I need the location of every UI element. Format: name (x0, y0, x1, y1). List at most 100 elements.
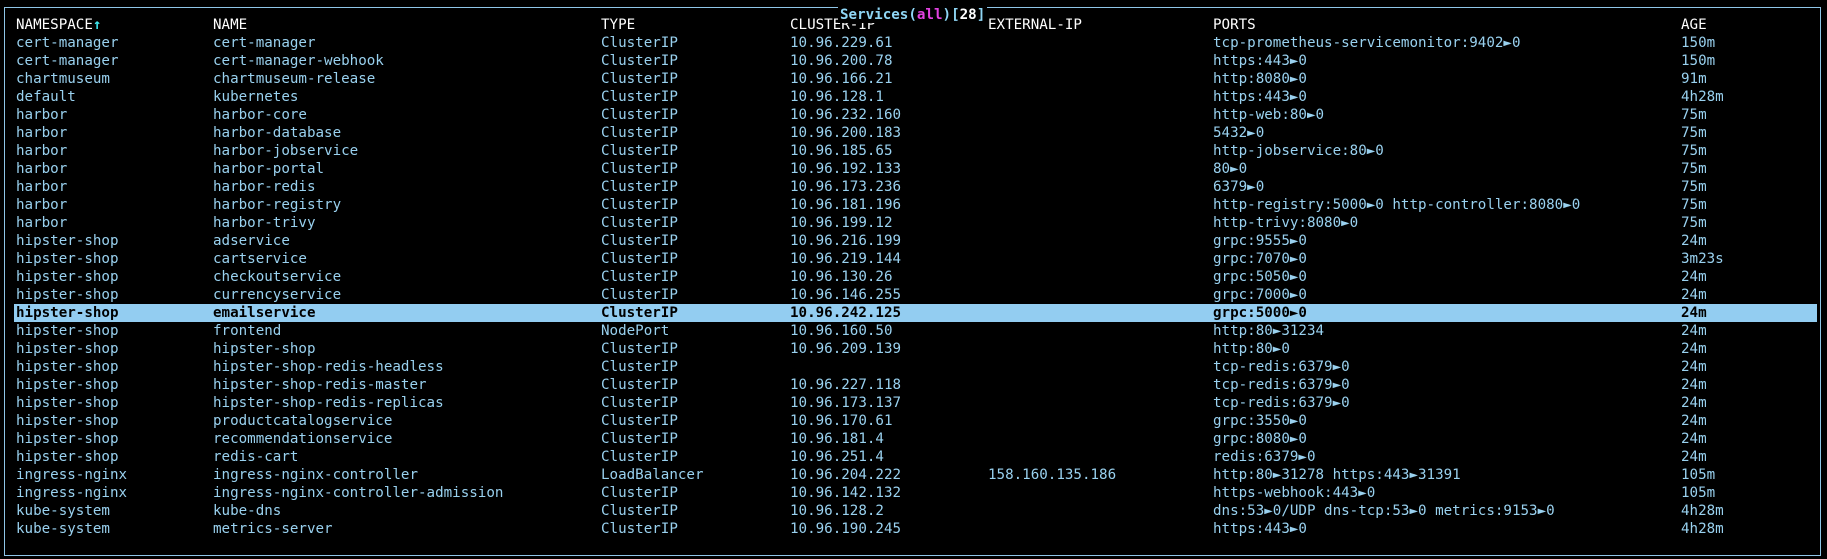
column-header-ports[interactable]: PORTS (1213, 16, 1680, 34)
cell-external-ip (988, 520, 1213, 538)
cell-cluster-ip: 10.96.216.199 (790, 233, 902, 249)
column-header-name[interactable]: NAME (213, 16, 599, 34)
table-row[interactable]: hipster-shop currencyservice ClusterIP 10.9… (0, 286, 1827, 304)
cell-type: ClusterIP (601, 413, 678, 429)
table-row[interactable]: default kubernetes ClusterIP 10.96.128.1 htt… (0, 88, 1827, 106)
cell-namespace: hipster-shop (16, 413, 119, 429)
cell-ports: http:80►0 (1213, 341, 1290, 357)
table-body: cert-manager cert-manager ClusterIP 10.96.2… (0, 34, 1827, 538)
cell-external-ip (988, 232, 1213, 250)
table-row[interactable]: cert-manager cert-manager ClusterIP 10.96.2… (0, 34, 1827, 52)
table-row[interactable]: harbor harbor-core ClusterIP 10.96.232.160 h… (0, 106, 1827, 124)
cell-age: 75m (1681, 125, 1707, 141)
cell-namespace: hipster-shop (16, 377, 119, 393)
column-header-external-ip[interactable]: EXTERNAL-IP (988, 16, 1213, 34)
cell-namespace: chartmuseum (16, 71, 110, 87)
cell-namespace: harbor (16, 161, 68, 177)
table-row[interactable]: hipster-shop hipster-shop ClusterIP 10.96.2… (0, 340, 1827, 358)
table-row[interactable]: hipster-shop hipster-shop-redis-replicas C… (0, 394, 1827, 412)
cell-cluster-ip: 10.96.160.50 (790, 323, 893, 339)
cell-age: 24m (1681, 431, 1707, 447)
cell-external-ip (988, 106, 1213, 124)
table-row[interactable]: harbor harbor-database ClusterIP 10.96.200.… (0, 124, 1827, 142)
cell-age: 24m (1681, 359, 1707, 375)
cell-name: redis-cart (213, 449, 299, 465)
cell-cluster-ip: 10.96.185.65 (790, 143, 893, 159)
cell-name: cartservice (213, 251, 307, 267)
column-header-age[interactable]: AGE (1681, 16, 1801, 34)
cell-namespace: hipster-shop (16, 251, 119, 267)
cell-external-ip (988, 178, 1213, 196)
cell-type: ClusterIP (601, 431, 678, 447)
cell-name: harbor-jobservice (213, 143, 359, 159)
cell-type: ClusterIP (601, 485, 678, 501)
cell-ports: tcp-redis:6379►0 (1213, 377, 1350, 393)
table-row[interactable]: hipster-shop redis-cart ClusterIP 10.96.251… (0, 448, 1827, 466)
cell-ports: grpc:8080►0 (1213, 431, 1307, 447)
cell-type: ClusterIP (601, 125, 678, 141)
table-row[interactable]: harbor harbor-registry ClusterIP 10.96.181.… (0, 196, 1827, 214)
count-bracket-close: ] (976, 7, 986, 23)
cell-age: 24m (1681, 341, 1707, 357)
table-row[interactable]: hipster-shop cartservice ClusterIP 10.96.21… (0, 250, 1827, 268)
cell-ports: redis:6379►0 (1213, 449, 1316, 465)
cell-name: harbor-registry (213, 197, 342, 213)
cell-type: ClusterIP (601, 251, 678, 267)
table-row[interactable]: hipster-shop hipster-shop-redis-headless C… (0, 358, 1827, 376)
table-row[interactable]: ingress-nginx ingress-nginx-controller Loa… (0, 466, 1827, 484)
cell-external-ip (988, 250, 1213, 268)
cell-name: harbor-database (213, 125, 342, 141)
table-row[interactable]: hipster-shop frontend NodePort 10.96.160.50… (0, 322, 1827, 340)
cell-type: ClusterIP (601, 395, 678, 411)
cell-name: metrics-server (213, 521, 333, 537)
cell-age: 24m (1681, 323, 1707, 339)
cell-type: ClusterIP (601, 71, 678, 87)
cell-ports: grpc:5050►0 (1213, 269, 1307, 285)
cell-age: 24m (1681, 233, 1707, 249)
column-header-type[interactable]: TYPE (601, 16, 789, 34)
table-row[interactable]: hipster-shop checkoutservice ClusterIP 10.9… (0, 268, 1827, 286)
cell-age: 24m (1681, 287, 1707, 303)
table-row[interactable]: harbor harbor-portal ClusterIP 10.96.192.13… (0, 160, 1827, 178)
cell-age: 24m (1681, 377, 1707, 393)
cell-ports: http-registry:5000►0 http-controller:808… (1213, 197, 1581, 213)
cell-ports: grpc:5000►0 (1213, 305, 1307, 321)
cell-external-ip: 158.160.135.186 (988, 467, 1117, 483)
table-row[interactable]: harbor harbor-redis ClusterIP 10.96.173.236… (0, 178, 1827, 196)
cell-namespace: hipster-shop (16, 449, 119, 465)
cell-namespace: hipster-shop (16, 269, 119, 285)
cell-namespace: cert-manager (16, 35, 119, 51)
count-bracket-open: [ (951, 7, 960, 23)
cell-namespace: harbor (16, 125, 68, 141)
cell-cluster-ip: 10.96.204.222 (790, 467, 902, 483)
table-row[interactable]: hipster-shop hipster-shop-redis-master Clu… (0, 376, 1827, 394)
cell-name: harbor-core (213, 107, 307, 123)
cell-type: ClusterIP (601, 341, 678, 357)
table-row[interactable]: harbor harbor-jobservice ClusterIP 10.96.18… (0, 142, 1827, 160)
table-row[interactable]: ingress-nginx ingress-nginx-controller-ad… (0, 484, 1827, 502)
cell-age: 75m (1681, 179, 1707, 195)
cell-ports: tcp-redis:6379►0 (1213, 359, 1350, 375)
column-header-namespace[interactable]: NAMESPACE↑ (16, 16, 212, 34)
cell-cluster-ip: 10.96.251.4 (790, 449, 884, 465)
table-row[interactable]: cert-manager cert-manager-webhook ClusterI… (0, 52, 1827, 70)
cell-type: ClusterIP (601, 107, 678, 123)
table-row[interactable]: harbor harbor-trivy ClusterIP 10.96.199.12 h… (0, 214, 1827, 232)
cell-cluster-ip: 10.96.200.183 (790, 125, 902, 141)
table-row-selected[interactable]: hipster-shop emailservice ClusterIP 10.96.2… (14, 304, 1817, 322)
table-row[interactable]: chartmuseum chartmuseum-release ClusterIP 1… (0, 70, 1827, 88)
table-row[interactable]: hipster-shop productcatalogservice Cluster… (0, 412, 1827, 430)
cell-name: chartmuseum-release (213, 71, 376, 87)
column-header-namespace-label: NAMESPACE (16, 17, 93, 33)
cell-age: 75m (1681, 107, 1707, 123)
cell-namespace: hipster-shop (16, 305, 119, 321)
cell-cluster-ip: 10.96.192.133 (790, 161, 902, 177)
table-row[interactable]: kube-system metrics-server ClusterIP 10.96.… (0, 520, 1827, 538)
cell-type: ClusterIP (601, 305, 678, 321)
table-row[interactable]: hipster-shop adservice ClusterIP 10.96.216.… (0, 232, 1827, 250)
cell-external-ip (988, 52, 1213, 70)
table-row[interactable]: hipster-shop recommendationservice Cluster… (0, 430, 1827, 448)
cell-external-ip (988, 196, 1213, 214)
table-row[interactable]: kube-system kube-dns ClusterIP 10.96.128.2 d… (0, 502, 1827, 520)
cell-age: 105m (1681, 467, 1716, 483)
